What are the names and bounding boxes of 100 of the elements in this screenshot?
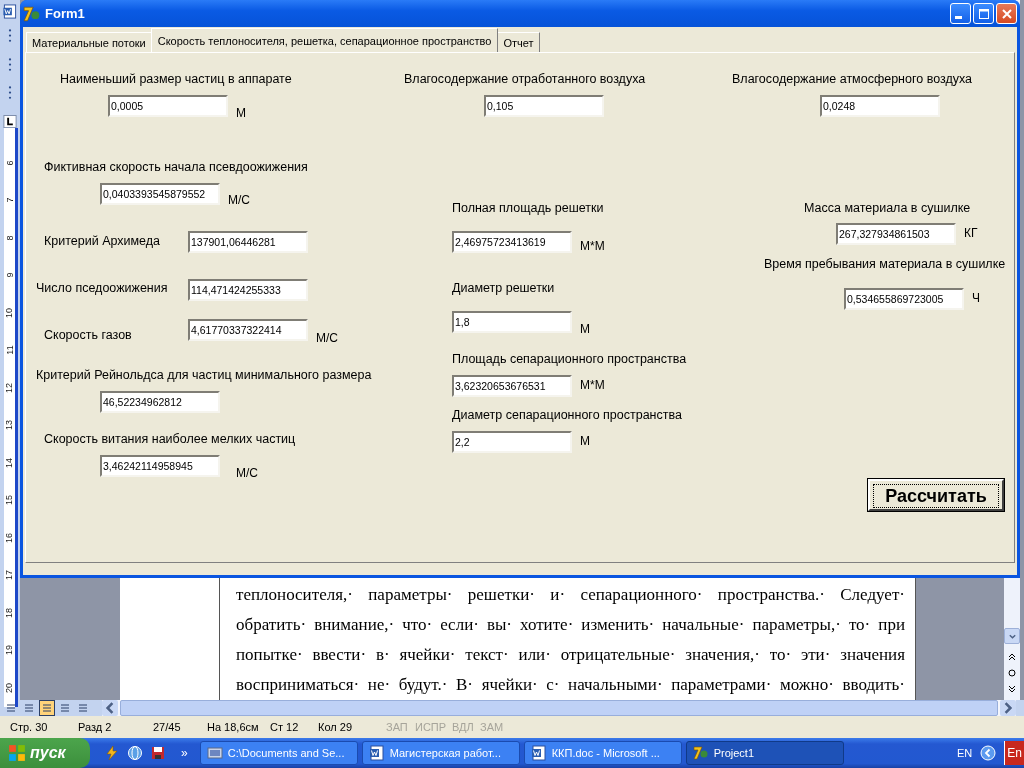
minimize-button[interactable] xyxy=(950,3,971,24)
tab-stop-icon[interactable] xyxy=(3,114,17,128)
ruler-number: 10 xyxy=(4,307,15,318)
field-label: Время пребывания материала в сушилке xyxy=(764,256,1006,272)
input-method-indicator[interactable]: En xyxy=(1004,741,1024,765)
field-label: Фиктивная скорость начала псевдоожижения xyxy=(44,159,308,175)
input-field[interactable]: 4,61770337322414 xyxy=(188,319,308,341)
unit-label: М/С xyxy=(316,330,338,346)
field-label: Число пседоожижения xyxy=(36,280,168,296)
show-hidden-icons-icon[interactable] xyxy=(980,745,997,761)
field-label: Наименьший размер частиц в аппарате xyxy=(60,71,292,87)
word-document-icon[interactable] xyxy=(2,4,18,19)
minimize-icon xyxy=(955,15,962,19)
view-mode-icon[interactable] xyxy=(4,701,18,715)
status-bar-item: Разд 2 xyxy=(78,721,113,733)
ruler-number: 17 xyxy=(4,570,15,581)
field-label: Скорость витания наиболее мелких частиц xyxy=(44,431,296,447)
window-title: Form1 xyxy=(45,6,85,21)
maximize-button[interactable] xyxy=(973,3,994,24)
field-label: Влагосодержание отработанного воздуха xyxy=(404,71,646,87)
taskbar-button[interactable]: C:\Documents and Se... xyxy=(199,741,358,765)
word-document-icon xyxy=(530,745,547,761)
field-label: Диаметр сепарационного пространства xyxy=(452,407,682,423)
input-field[interactable]: 1,8 xyxy=(452,311,572,333)
unit-label: М/С xyxy=(228,192,250,208)
scroll-right-icon[interactable] xyxy=(1000,700,1016,716)
previous-page-icon[interactable] xyxy=(1007,652,1017,662)
ruler-number: 11 xyxy=(4,345,15,355)
app-icon xyxy=(692,745,709,761)
ruler-number: 14 xyxy=(4,457,15,468)
ruler-number: 6 xyxy=(4,160,15,166)
input-field[interactable]: 46,52234962812 xyxy=(100,391,220,413)
globe-icon[interactable] xyxy=(127,745,143,761)
calculate-button[interactable]: Рассчитать xyxy=(868,479,1004,511)
tab[interactable]: Отчет xyxy=(497,32,540,52)
ruler-number: 18 xyxy=(4,607,15,618)
close-icon xyxy=(999,6,1014,21)
ruler-number: 7 xyxy=(4,197,15,203)
unit-label: М xyxy=(236,105,246,121)
ruler-number: 8 xyxy=(4,235,15,241)
field-label: Диаметр решетки xyxy=(452,280,555,296)
tab[interactable]: Скорость теплоносителя, решетка, сепарационное пространство xyxy=(150,28,499,52)
ruler-number: 20 xyxy=(4,682,15,693)
field-label: Влагосодержание атмосферного воздуха xyxy=(732,71,973,87)
status-bar-item: ВДЛ xyxy=(452,721,475,733)
language-indicator[interactable]: EN xyxy=(957,747,973,759)
ruler-number: 9 xyxy=(4,272,15,278)
taskbar-button[interactable]: Магистерская работ... xyxy=(361,741,520,765)
scroll-left-icon[interactable] xyxy=(102,700,118,716)
status-bar-item: Стр. 30 xyxy=(10,721,49,733)
input-field[interactable]: 3,46242114958945 xyxy=(100,455,220,477)
taskbar-button[interactable]: ККП.doc - Microsoft ... xyxy=(523,741,682,765)
ruler-number: 12 xyxy=(4,382,15,393)
windows-flag-icon xyxy=(8,744,26,762)
input-field[interactable]: 2,46975723413619 xyxy=(452,231,572,253)
maximize-icon xyxy=(976,6,991,21)
more-icon[interactable]: » xyxy=(181,746,188,760)
document-text-line: восприниматься· не· будут.· В· ячейки· с· начальными· параметрами· можно· вводить· xyxy=(236,674,905,696)
input-field[interactable]: 137901,06446281 xyxy=(188,231,308,253)
input-field[interactable]: 0,0005 xyxy=(108,95,228,117)
scroll-down-button[interactable] xyxy=(1004,628,1020,644)
close-button[interactable] xyxy=(996,3,1017,24)
app-icon xyxy=(23,4,41,23)
ruler-number: 16 xyxy=(4,532,15,543)
document-text-line: обратить· внимание,· что· если· вы· хотите· изменить· начальные· параметры,· то· при xyxy=(236,614,905,636)
unit-label: Ч xyxy=(972,290,980,306)
start-button[interactable]: пуск xyxy=(0,738,90,768)
input-field[interactable]: 267,327934861503 xyxy=(836,223,956,245)
status-bar-item: ЗАП xyxy=(386,721,409,733)
status-bar-item: Кол 29 xyxy=(318,721,353,733)
field-label: Критерий Рейнольдса для частиц минимального размера xyxy=(36,367,372,383)
lightning-icon[interactable] xyxy=(104,745,120,761)
document-text-line: теплоносителя,· параметры· решетки· и· сепарационного· пространства.· Следует· xyxy=(236,584,905,606)
input-field[interactable]: 3,62320653676531 xyxy=(452,375,572,397)
window-icon xyxy=(206,745,223,761)
taskbar-button[interactable]: Project1 xyxy=(685,741,844,765)
input-field[interactable]: 0,105 xyxy=(484,95,604,117)
horizontal-scrollbar[interactable] xyxy=(102,700,1016,716)
tab[interactable]: Материальные потоки xyxy=(26,32,152,52)
field-label: Полная площадь решетки xyxy=(452,200,604,216)
ruler-number: 13 xyxy=(4,420,15,431)
field-label: Площадь сепарационного пространства xyxy=(452,351,687,367)
input-field[interactable]: 2,2 xyxy=(452,431,572,453)
browse-object-icon[interactable] xyxy=(1007,668,1017,678)
field-label: Масса материала в сушилке xyxy=(804,200,971,216)
word-document-icon xyxy=(368,745,385,761)
status-bar-item: ИСПР xyxy=(415,721,448,733)
unit-label: М xyxy=(580,433,590,449)
input-field[interactable]: 114,471424255333 xyxy=(188,279,308,301)
next-page-icon[interactable] xyxy=(1007,684,1017,694)
unit-label: М*М xyxy=(580,377,605,393)
unit-label: КГ xyxy=(964,225,978,241)
input-field[interactable]: 0,0248 xyxy=(820,95,940,117)
field-label: Критерий Архимеда xyxy=(44,233,161,249)
input-field[interactable]: 0,0403393545879552 xyxy=(100,183,220,205)
field-label: Скорость газов xyxy=(44,327,132,343)
unit-label: М*М xyxy=(580,238,605,254)
status-bar-item: 27/45 xyxy=(153,721,182,733)
ruler-number: 19 xyxy=(4,645,15,656)
input-field[interactable]: 0,534655869723005 xyxy=(844,288,964,310)
